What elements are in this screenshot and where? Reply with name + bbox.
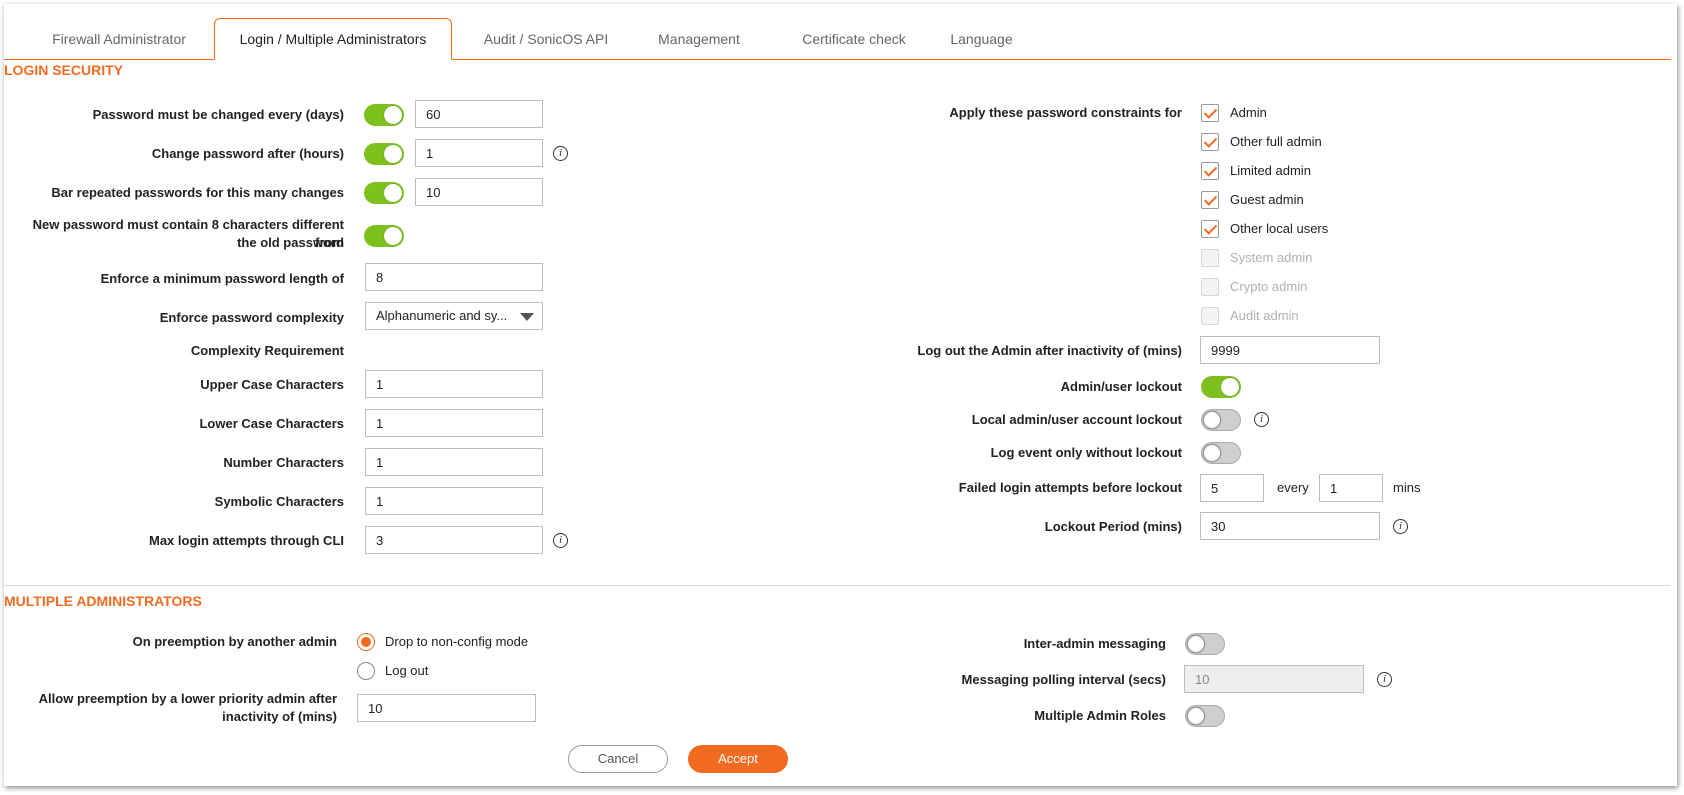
constraint-other-full-admin-checkbox[interactable] [1201, 133, 1219, 151]
password-change-days-label: Password must be changed every (days) [92, 107, 344, 122]
change-after-hours-input[interactable] [415, 139, 543, 167]
tab-language[interactable]: Language [939, 19, 1024, 59]
user-lockout-label: Admin/user lockout [1060, 379, 1182, 394]
inactivity-logout-input[interactable] [1200, 336, 1380, 364]
preemption-drop-label: Drop to non-config mode [385, 634, 529, 649]
info-icon[interactable]: i [553, 533, 568, 548]
max-cli-attempts-label: Max login attempts through CLI [149, 533, 344, 548]
upper-case-input[interactable] [365, 370, 543, 398]
constraint-audit-admin-checkbox [1201, 307, 1219, 325]
symbolic-chars-label: Symbolic Characters [214, 494, 344, 509]
min-length-label: Enforce a minimum password length of [100, 271, 344, 286]
constraint-guest-admin-checkbox[interactable] [1201, 191, 1219, 209]
multiple-admins-title: MULTIPLE ADMINISTRATORS [4, 593, 202, 609]
new-password-diff-toggle[interactable] [364, 225, 404, 247]
tab-firewall-administrator[interactable]: Firewall Administrator [24, 19, 214, 59]
preemption-logout-label: Log out [385, 663, 429, 678]
lockout-period-input[interactable] [1200, 512, 1380, 540]
bar-repeated-input[interactable] [415, 178, 543, 206]
password-change-days-toggle[interactable] [364, 104, 404, 126]
accept-button[interactable]: Accept [688, 745, 788, 773]
constraint-admin-checkbox[interactable] [1201, 104, 1219, 122]
apply-constraints-label: Apply these password constraints for [949, 105, 1182, 120]
polling-interval-input [1184, 665, 1364, 693]
number-chars-input[interactable] [365, 448, 543, 476]
info-icon[interactable]: i [1393, 519, 1408, 534]
multiple-admin-roles-label: Multiple Admin Roles [1034, 708, 1166, 723]
change-after-hours-label: Change password after (hours) [151, 146, 344, 161]
complexity-requirement-label: Complexity Requirement [190, 343, 344, 358]
min-length-input[interactable] [365, 263, 543, 291]
bar-repeated-toggle[interactable] [364, 182, 404, 204]
constraint-crypto-admin-checkbox [1201, 278, 1219, 296]
bar-repeated-label: Bar repeated passwords for this many cha… [51, 185, 344, 200]
tab-management[interactable]: Management [644, 19, 754, 59]
tab-certificate-check[interactable]: Certificate check [779, 19, 929, 59]
inactivity-logout-label: Log out the Admin after inactivity of (m… [917, 343, 1182, 358]
constraint-crypto-admin-label: Crypto admin [1230, 279, 1308, 294]
login-security-title: LOGIN SECURITY [4, 62, 124, 78]
complexity-label: Enforce password complexity [159, 310, 344, 325]
preemption-drop-radio[interactable] [357, 633, 375, 651]
constraint-audit-admin-label: Audit admin [1230, 308, 1299, 323]
failed-attempts-every-input[interactable] [1319, 474, 1383, 502]
preemption-logout-radio[interactable] [357, 662, 375, 680]
user-lockout-toggle[interactable] [1201, 376, 1241, 398]
allow-preemption-input[interactable] [357, 694, 536, 722]
constraint-other-full-admin-label: Other full admin [1230, 134, 1322, 149]
upper-case-label: Upper Case Characters [200, 377, 344, 392]
constraint-admin-label: Admin [1230, 105, 1267, 120]
every-label: every [1277, 480, 1309, 495]
settings-panel: Firewall Administrator Login / Multiple … [4, 4, 1677, 786]
symbolic-chars-input[interactable] [365, 487, 543, 515]
info-icon[interactable]: i [1254, 412, 1269, 427]
tab-login-multiple-administrators[interactable]: Login / Multiple Administrators [214, 18, 452, 60]
info-icon[interactable]: i [553, 146, 568, 161]
failed-attempts-input[interactable] [1200, 474, 1264, 502]
mins-label: mins [1393, 480, 1421, 495]
constraint-limited-admin-checkbox[interactable] [1201, 162, 1219, 180]
allow-preemption-label-line2: inactivity of (mins) [222, 709, 337, 724]
log-only-toggle[interactable] [1201, 442, 1241, 464]
local-lockout-label: Local admin/user account lockout [971, 412, 1182, 427]
preemption-label: On preemption by another admin [132, 634, 337, 649]
constraint-limited-admin-label: Limited admin [1230, 163, 1311, 178]
new-password-diff-label-line2: the old password [237, 235, 344, 250]
tab-bar: Firewall Administrator Login / Multiple … [4, 15, 1671, 60]
lockout-period-label: Lockout Period (mins) [1044, 519, 1182, 534]
info-icon[interactable]: i [1377, 672, 1392, 687]
number-chars-label: Number Characters [223, 455, 344, 470]
constraint-other-local-users-checkbox[interactable] [1201, 220, 1219, 238]
log-only-label: Log event only without lockout [990, 445, 1182, 460]
inter-admin-messaging-label: Inter-admin messaging [1023, 636, 1166, 651]
section-divider [4, 585, 1670, 586]
lower-case-label: Lower Case Characters [199, 416, 344, 431]
change-after-hours-toggle[interactable] [364, 143, 404, 165]
multiple-admin-roles-toggle[interactable] [1185, 705, 1225, 727]
lower-case-input[interactable] [365, 409, 543, 437]
chevron-down-icon [520, 313, 534, 321]
constraint-guest-admin-label: Guest admin [1230, 192, 1304, 207]
polling-interval-label: Messaging polling interval (secs) [961, 672, 1166, 687]
failed-attempts-label: Failed login attempts before lockout [958, 480, 1182, 495]
password-change-days-input[interactable] [415, 100, 543, 128]
cancel-button[interactable]: Cancel [568, 745, 668, 773]
inter-admin-messaging-toggle[interactable] [1185, 633, 1225, 655]
constraint-other-local-users-label: Other local users [1230, 221, 1329, 236]
allow-preemption-label-line1: Allow preemption by a lower priority adm… [38, 691, 337, 706]
constraint-system-admin-checkbox [1201, 249, 1219, 267]
local-lockout-toggle[interactable] [1201, 409, 1241, 431]
complexity-select[interactable]: Alphanumeric and sy... [365, 302, 543, 330]
max-cli-attempts-input[interactable] [365, 526, 543, 554]
tab-audit-sonicos-api[interactable]: Audit / SonicOS API [471, 19, 621, 59]
complexity-select-value: Alphanumeric and sy... [376, 308, 508, 323]
constraint-system-admin-label: System admin [1230, 250, 1313, 265]
